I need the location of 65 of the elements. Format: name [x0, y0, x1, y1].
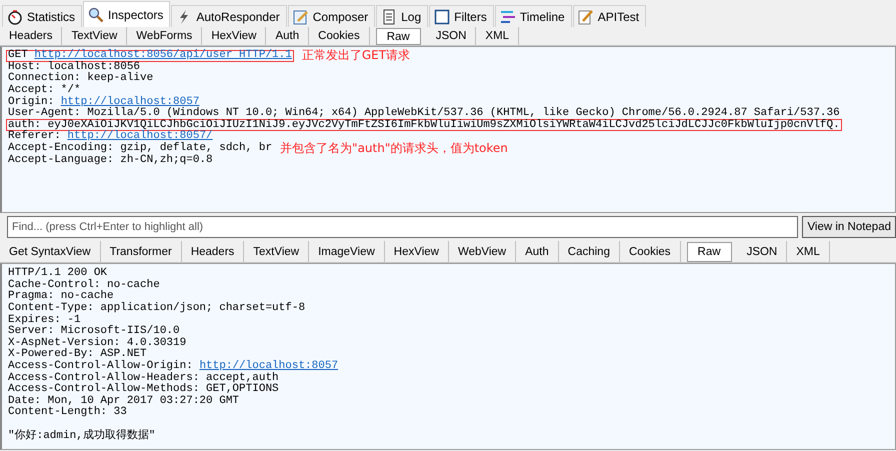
inspector-tab[interactable]: HexView	[384, 241, 449, 262]
main-tab[interactable]: Log	[376, 5, 428, 27]
main-tab[interactable]: Inspectors	[83, 1, 170, 27]
inspector-tab[interactable]: Raw	[686, 242, 732, 262]
header-line: Accept: */*	[8, 85, 81, 96]
header-line: Pragma: no-cache	[8, 291, 114, 302]
header-line: Referer: http://localhost:8057/	[8, 131, 213, 142]
inspector-tab[interactable]: Auth	[266, 27, 310, 45]
header-line: Origin: http://localhost:8057	[8, 96, 200, 108]
inspector-tab[interactable]: XML	[787, 241, 830, 262]
inspector-tab[interactable]: TextView	[62, 27, 128, 45]
inspector-tab[interactable]: HexView	[202, 27, 266, 45]
notepad-button[interactable]: View in Notepad	[802, 216, 896, 238]
header-line: Expires: -1	[8, 314, 81, 326]
stopwatch-icon	[7, 8, 23, 24]
header-line: X-Powered-By: ASP.NET	[8, 349, 147, 360]
header-line: HTTP/1.1 200 OK	[8, 268, 108, 280]
annotation-note: 并包含了名为"auth"的请求头，值为token	[280, 143, 508, 154]
inspector-tab[interactable]: Caching	[558, 241, 620, 262]
header-line: Connection: keep-alive	[8, 73, 154, 84]
inspector-tab[interactable]: JSON	[426, 27, 476, 45]
header-line: Content-Type: application/json; charset=utf-8	[8, 303, 306, 314]
form-pencil-icon	[292, 8, 309, 24]
inspector-tab[interactable]: Auth	[516, 241, 559, 262]
header-line: Server: Microsoft-IIS/10.0	[8, 326, 180, 338]
annotation-note: 正常发出了GET请求	[302, 50, 410, 62]
document-icon	[381, 8, 398, 24]
inspector-tab[interactable]: Cookies	[309, 27, 370, 45]
header-line: auth: eyJ0eXAiOiJKV1QiLCJhbGciOiJIUzI1NiJ9.eyJVc2VyTmFtZSI6ImFkbWluIiwiUm9sZXMiOlsiYWRtaW4iLCJvd25lciJdLCJJc0FkbWluIjp0cnVlfQ.	[8, 120, 840, 131]
header-line: Content-Length: 33	[8, 407, 127, 418]
main-tab[interactable]: Timeline	[494, 5, 572, 27]
inspector-tab[interactable]: XML	[476, 27, 520, 45]
header-line: Accept-Language: zh-CN,zh;q=0.8	[8, 154, 213, 166]
main-tab[interactable]: AutoResponder	[171, 5, 287, 27]
response-body: "你好:admin,成功取得数据"	[8, 430, 156, 442]
inspector-tab[interactable]: Cookies	[620, 241, 681, 262]
inspector-tab[interactable]: Headers	[182, 241, 244, 262]
inspector-tab[interactable]: WebForms	[127, 27, 202, 45]
main-tab[interactable]: Composer	[288, 5, 376, 27]
inspector-tab[interactable]: Raw	[376, 28, 421, 45]
main-tab[interactable]: Filters	[429, 5, 494, 27]
inspector-tab[interactable]: Get SyntaxView	[0, 241, 101, 262]
header-line: User-Agent: Mozilla/5.0 (Windows NT 10.0; Win64; x64) AppleWebKit/537.36 (KHTML, like Gecko) Chrome/56.0.2924.87 Safari/537.36	[8, 108, 840, 120]
inspector-tab[interactable]: Headers	[0, 27, 62, 45]
inspector-tab[interactable]: TextView	[244, 241, 310, 262]
main-tab[interactable]: Statistics	[2, 5, 82, 27]
header-line: X-AspNet-Version: 4.0.30319	[8, 338, 186, 349]
inspector-tab[interactable]: WebView	[448, 241, 516, 262]
header-line: Access-Control-Allow-Origin: http://localhost:8057	[8, 361, 338, 372]
find-field[interactable]: Find... (press Ctrl+Enter to highlight all)	[7, 216, 798, 238]
square-icon	[434, 8, 450, 24]
header-line: Host: localhost:8056	[8, 62, 140, 73]
header-line: Accept-Encoding: gzip, deflate, sdch, br	[8, 143, 272, 154]
note-pencil-icon	[578, 8, 594, 24]
header-line: Access-Control-Allow-Methods: GET,OPTIONS	[8, 384, 279, 396]
timeline-icon	[500, 8, 516, 24]
main-tab[interactable]: APITest	[572, 5, 646, 27]
header-line: Date: Mon, 10 Apr 2017 03:27:20 GMT	[8, 396, 240, 407]
header-line: Access-Control-Allow-Headers: accept,auth	[8, 372, 279, 384]
inspector-tab[interactable]: Transformer	[100, 241, 182, 262]
inspector-tab[interactable]: ImageView	[309, 241, 385, 262]
header-line: Cache-Control: no-cache	[8, 280, 160, 291]
inspector-tab[interactable]: JSON	[738, 241, 788, 262]
magnifier-icon	[88, 6, 104, 22]
header-line: GET http://localhost:8056/api/user HTTP/1.1	[8, 50, 292, 62]
